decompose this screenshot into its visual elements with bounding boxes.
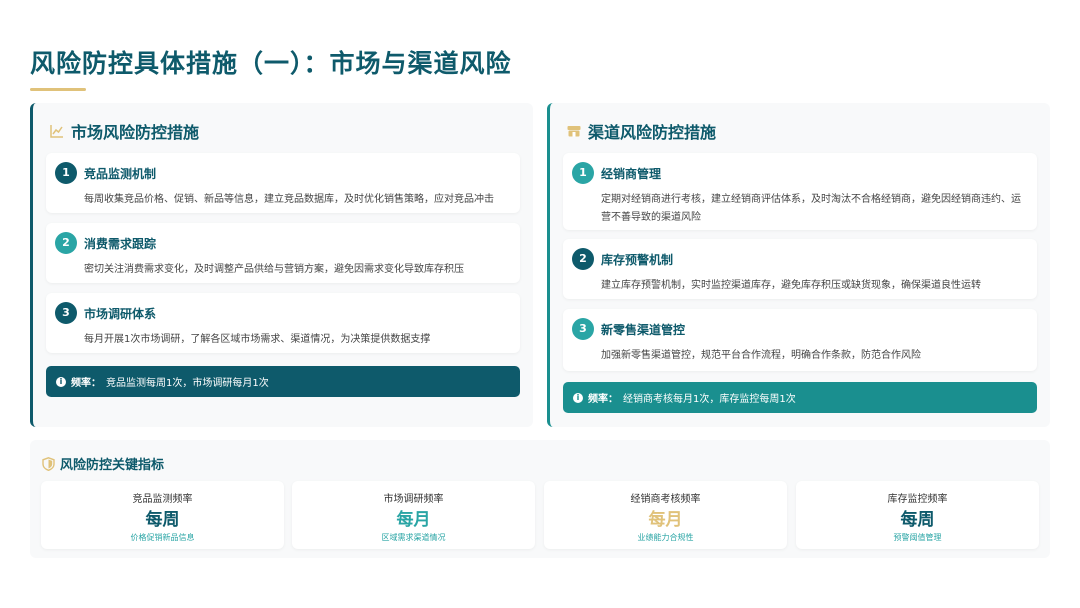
frequency-label: 频率： [588,394,618,405]
item-title: 库存预警机制 [601,253,674,267]
channel-item-2: 2 库存预警机制 建立库存预警机制，实时监控渠道库存，避免库存积压或缺货现象，确… [563,239,1037,299]
kpi-value: 每月 [396,510,431,530]
kpi-value: 每周 [900,510,935,530]
item-title: 新零售渠道管控 [601,323,686,337]
step-number: 1 [572,162,594,184]
kpi-value: 每周 [145,510,180,530]
item-title: 经销商管理 [601,167,662,181]
kpi-value: 每月 [648,510,683,530]
market-frequency-bar: i 频率： 竞品监测每周1次，市场调研每月1次 [46,366,520,397]
market-item-2: 2 消费需求跟踪 密切关注消费需求变化，及时调整产品供给与营销方案，避免因需求变… [46,223,520,283]
kpi-label: 库存监控频率 [887,494,948,505]
item-desc: 定期对经销商进行考核，建立经销商评估体系，及时淘汰不合格经销商，避免因经销商违约… [601,194,1021,223]
line-chart-icon [50,125,63,138]
market-item-1: 1 竞品监测机制 每周收集竞品价格、促销、新品等信息，建立竞品数据库，及时优化销… [46,153,520,213]
step-number: 3 [55,302,77,324]
item-desc: 每月开展1次市场调研，了解各区域市场需求、渠道情况，为决策提供数据支撑 [84,334,431,345]
frequency-text: 竞品监测每周1次，市场调研每月1次 [106,378,269,389]
item-desc: 建立库存预警机制，实时监控渠道库存，避免库存积压或缺货现象，确保渠道良性运转 [601,280,981,291]
item-desc: 加强新零售渠道管控，规范平台合作流程，明确合作条款，防范合作风险 [601,350,921,361]
market-item-3: 3 市场调研体系 每月开展1次市场调研，了解各区域市场需求、渠道情况，为决策提供… [46,293,520,353]
kpi-subtext: 业绩能力合规性 [637,533,694,542]
kpi-subtext: 价格促销新品信息 [130,533,195,542]
channel-frequency-bar: i 频率： 经销商考核每月1次，库存监控每周1次 [563,382,1037,413]
market-panel-header: 市场风险防控措施 [49,119,199,143]
info-icon: i [573,392,583,403]
kpi-card: 库存监控频率 每周 预警阈值管理 [796,481,1039,549]
step-number: 2 [572,248,594,270]
kpi-panel: 风险防控关键指标 竞品监测频率 每周 价格促销新品信息 市场调研频率 每月 区域… [30,440,1050,558]
kpi-label: 竞品监测频率 [132,494,193,505]
channel-panel-header: 渠道风险防控措施 [566,119,716,143]
market-risk-panel: 市场风险防控措施 1 竞品监测机制 每周收集竞品价格、促销、新品等信息，建立竞品… [30,103,533,427]
kpi-card: 经销商考核频率 每月 业绩能力合规性 [544,481,787,549]
channel-risk-panel: 渠道风险防控措施 1 经销商管理 定期对经销商进行考核，建立经销商评估体系，及时… [547,103,1050,427]
page-title: 风险防控具体措施（一）：市场与渠道风险 [30,49,512,78]
channel-item-1: 1 经销商管理 定期对经销商进行考核，建立经销商评估体系，及时淘汰不合格经销商，… [563,153,1037,230]
step-number: 3 [572,318,594,340]
info-icon: i [56,376,66,387]
kpi-label: 经销商考核频率 [630,494,701,505]
kpi-panel-title: 风险防控关键指标 [60,458,165,473]
shield-icon [42,456,55,471]
kpi-card: 市场调研频率 每月 区域需求渠道情况 [292,481,535,549]
store-icon [567,126,581,137]
step-number: 1 [55,162,77,184]
item-title: 消费需求跟踪 [84,237,157,251]
market-panel-title: 市场风险防控措施 [71,123,200,142]
kpi-subtext: 预警阈值管理 [893,533,942,542]
kpi-label: 市场调研频率 [383,494,444,505]
kpi-subtext: 区域需求渠道情况 [381,533,446,542]
frequency-text: 经销商考核每月1次，库存监控每周1次 [623,394,796,405]
item-title: 竞品监测机制 [84,167,157,181]
item-desc: 每周收集竞品价格、促销、新品等信息，建立竞品数据库，及时优化销售策略，应对竞品冲… [84,194,494,205]
item-title: 市场调研体系 [84,307,157,321]
channel-panel-title: 渠道风险防控措施 [588,123,717,142]
title-underline [30,88,86,91]
channel-item-3: 3 新零售渠道管控 加强新零售渠道管控，规范平台合作流程，明确合作条款，防范合作… [563,309,1037,371]
item-desc: 密切关注消费需求变化，及时调整产品供给与营销方案，避免因需求变化导致库存积压 [84,264,464,275]
step-number: 2 [55,232,77,254]
kpi-card: 竞品监测频率 每周 价格促销新品信息 [41,481,284,549]
frequency-label: 频率： [71,378,101,389]
kpi-panel-header: 风险防控关键指标 [42,454,164,473]
